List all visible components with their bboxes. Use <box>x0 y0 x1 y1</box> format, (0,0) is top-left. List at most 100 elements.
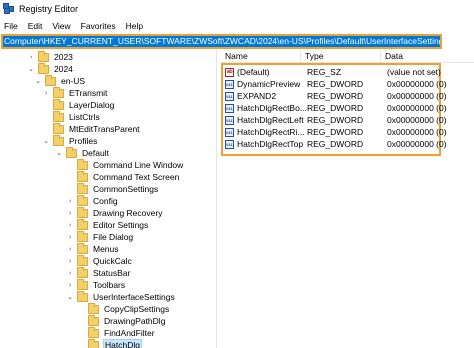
value-type: REG_DWORD <box>307 127 364 137</box>
folder-icon <box>45 74 56 86</box>
value-row[interactable]: 011 HatchDlgRectBo... REG_DWORD 0x000000… <box>225 102 447 114</box>
folder-icon <box>66 146 77 158</box>
value-type: REG_DWORD <box>307 103 364 113</box>
tree-item-config[interactable]: › Config <box>66 194 119 207</box>
chevron-right-icon[interactable]: › <box>66 268 74 278</box>
value-row[interactable]: 011 EXPAND2 REG_DWORD 0x00000000 (0) <box>225 90 447 102</box>
column-header-data[interactable]: Data <box>381 50 474 62</box>
tree-item-label: Toolbars <box>93 280 126 290</box>
value-data: (value not set) <box>387 67 441 77</box>
tree-item-userinterfacesettings[interactable]: ⌄ UserInterfaceSettings <box>66 290 176 303</box>
menu-help[interactable]: Help <box>126 21 143 31</box>
value-row[interactable]: ab (Default) REG_SZ (value not set) <box>225 66 441 78</box>
tree-item-label: CommonSettings <box>93 184 159 194</box>
chevron-down-icon[interactable]: ⌄ <box>42 136 50 146</box>
registry-editor-icon <box>3 3 15 15</box>
folder-icon <box>77 242 88 254</box>
tree-item-2023[interactable]: › 2023 <box>27 50 74 63</box>
tree-item-label: Default <box>82 148 109 158</box>
tree-item-quickcalc[interactable]: › QuickCalc <box>66 254 133 267</box>
chevron-right-icon[interactable]: › <box>66 256 74 266</box>
chevron-right-icon[interactable]: › <box>66 244 74 254</box>
value-data: 0x00000000 (0) <box>387 91 447 101</box>
tree-item-label: Command Line Window <box>93 160 184 170</box>
value-row[interactable]: 011 HatchDlgRectLeft REG_DWORD 0x0000000… <box>225 114 447 126</box>
tree-item-findandfilter[interactable]: FindAndFilter <box>77 326 156 339</box>
tree-item-statusbar[interactable]: › StatusBar <box>66 266 131 279</box>
value-data: 0x00000000 (0) <box>387 139 447 149</box>
folder-icon <box>38 62 49 74</box>
chevron-right-icon[interactable]: › <box>66 208 74 218</box>
tree-item-copyclipsettings[interactable]: CopyClipSettings <box>77 302 170 315</box>
tree-item-label: CopyClipSettings <box>104 304 170 314</box>
tree-item-file-dialog[interactable]: › File Dialog <box>66 230 134 243</box>
address-path[interactable]: Computer\HKEY_CURRENT_USER\SOFTWARE\ZWSo… <box>3 36 440 47</box>
tree-item-label: 2024 <box>54 64 73 74</box>
tree-item-drawing-recovery[interactable]: › Drawing Recovery <box>66 206 163 219</box>
column-header-type[interactable]: Type <box>301 50 381 62</box>
tree-item-layerdialog[interactable]: LayerDialog <box>42 98 115 111</box>
tree-item-label: ETransmit <box>69 88 108 98</box>
chevron-down-icon[interactable]: ⌄ <box>27 64 35 74</box>
folder-icon <box>77 290 88 302</box>
menu-edit[interactable]: Edit <box>28 21 43 31</box>
folder-icon <box>77 254 88 266</box>
list-header: Name Type Data <box>221 50 474 63</box>
column-header-name[interactable]: Name <box>221 50 301 62</box>
dword-value-icon: 011 <box>225 79 234 89</box>
folder-icon <box>77 206 88 218</box>
chevron-right-icon[interactable]: › <box>66 280 74 290</box>
tree-item-etransmit[interactable]: › ETransmit <box>42 86 108 99</box>
address-bar[interactable]: Computer\HKEY_CURRENT_USER\SOFTWARE\ZWSo… <box>1 34 442 49</box>
value-name: HatchDlgRectRi... <box>237 127 305 137</box>
key-tree[interactable]: › 2023 ⌄ 2024 ⌄ en-US › ETransmit LayerDialo… <box>0 50 215 348</box>
tree-item-profiles[interactable]: ⌄ Profiles <box>42 134 98 147</box>
chevron-down-icon[interactable]: ⌄ <box>55 148 63 158</box>
tree-item-menus[interactable]: › Menus <box>66 242 120 255</box>
menu-file[interactable]: File <box>4 21 18 31</box>
tree-item-listctrls[interactable]: ListCtrls <box>42 110 101 123</box>
menu-view[interactable]: View <box>52 21 70 31</box>
chevron-down-icon[interactable]: ⌄ <box>34 76 42 86</box>
dword-value-icon: 011 <box>225 103 234 113</box>
tree-item-commonsettings[interactable]: CommonSettings <box>66 182 159 195</box>
chevron-right-icon[interactable]: › <box>66 232 74 242</box>
chevron-right-icon[interactable]: › <box>66 196 74 206</box>
values-list[interactable]: Name Type Data ab (Default) REG_SZ (valu… <box>221 50 474 348</box>
chevron-down-icon[interactable]: ⌄ <box>66 292 74 302</box>
tree-item-default[interactable]: ⌄ Default <box>55 146 110 159</box>
value-name: HatchDlgRectTop <box>237 139 304 149</box>
value-name: HatchDlgRectLeft <box>237 115 304 125</box>
tree-item-toolbars[interactable]: › Toolbars <box>66 278 126 291</box>
tree-item-label: StatusBar <box>93 268 131 278</box>
tree-item-en-us[interactable]: ⌄ en-US <box>34 74 86 87</box>
tree-item-label: Command Text Screen <box>93 172 180 182</box>
folder-icon <box>53 98 64 110</box>
tree-item-hatchdlg[interactable]: HatchDlg <box>77 338 142 348</box>
tree-item-editor-settings[interactable]: › Editor Settings <box>66 218 149 231</box>
value-row[interactable]: 011 DynamicPreview REG_DWORD 0x00000000 … <box>225 78 447 90</box>
value-row[interactable]: 011 HatchDlgRectRi... REG_DWORD 0x000000… <box>225 126 447 138</box>
tree-item-mtedittransparent[interactable]: MtEditTransParent <box>42 122 141 135</box>
tree-item-label: FindAndFilter <box>104 328 155 338</box>
chevron-right-icon[interactable]: › <box>66 220 74 230</box>
tree-item-label: DrawingPathDlg <box>104 316 166 326</box>
menu-favorites[interactable]: Favorites <box>81 21 116 31</box>
tree-item-command-line-window[interactable]: Command Line Window <box>66 158 184 171</box>
folder-icon <box>77 230 88 242</box>
tree-item-label: LayerDialog <box>69 100 115 110</box>
chevron-right-icon[interactable]: › <box>42 88 50 98</box>
chevron-right-icon[interactable]: › <box>27 52 35 62</box>
value-row[interactable]: 011 HatchDlgRectTop REG_DWORD 0x00000000… <box>225 138 447 150</box>
tree-item-drawingpathdlg[interactable]: DrawingPathDlg <box>77 314 166 327</box>
tree-item-2024[interactable]: ⌄ 2024 <box>27 62 74 75</box>
value-data: 0x00000000 (0) <box>387 127 447 137</box>
tree-item-command-text-screen[interactable]: Command Text Screen <box>66 170 180 183</box>
folder-icon <box>77 158 88 170</box>
tree-item-label: Config <box>93 196 118 206</box>
